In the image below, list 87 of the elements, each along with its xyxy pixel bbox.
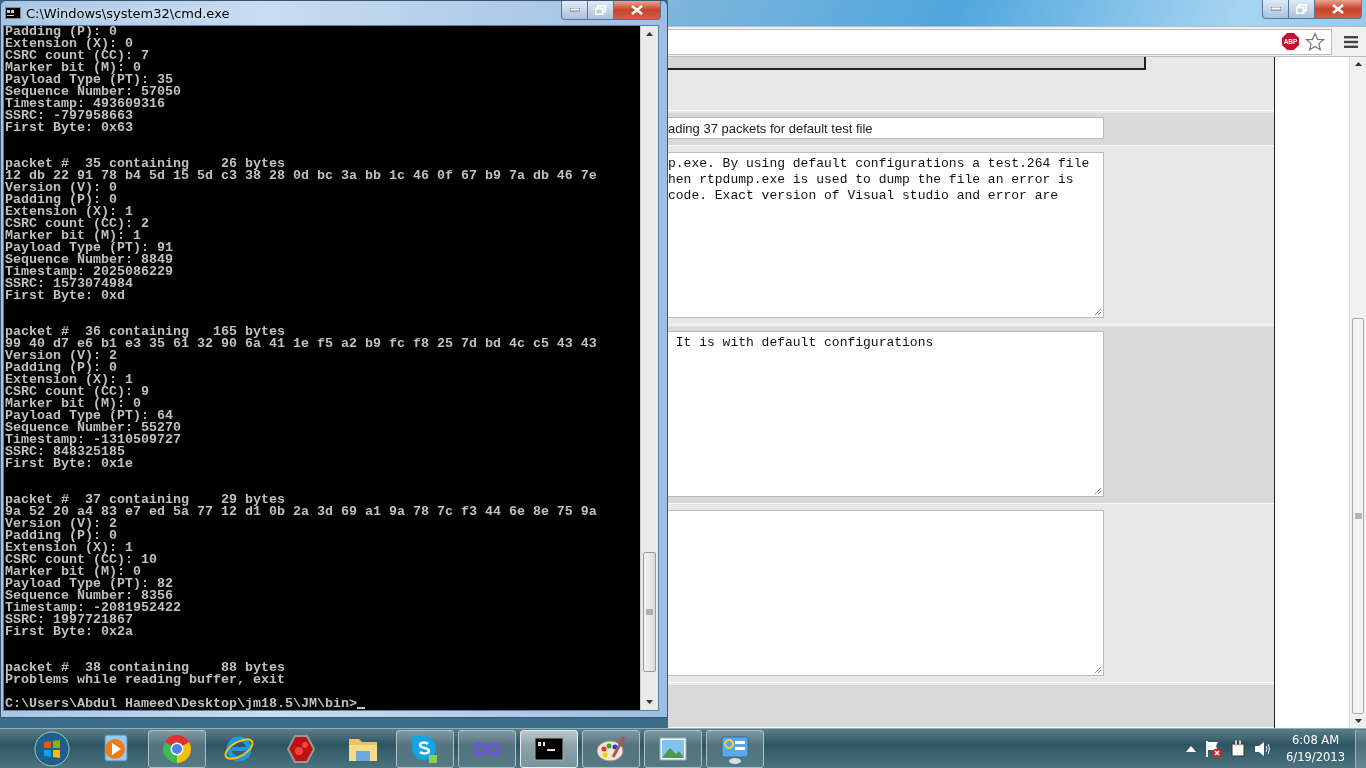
command-prompt: C:\Users\Abdul Hameed\Desktop\jm18.5\JM\bin> [5, 698, 357, 710]
text-cursor [356, 707, 365, 709]
console-line: packet # 35 containing 26 bytes [5, 158, 285, 170]
menu-icon [1344, 35, 1358, 48]
browser-icon [161, 732, 193, 765]
scroll-thumb[interactable] [1352, 318, 1364, 714]
console-line: Timestamp: -1310509727 [5, 434, 181, 446]
console-line: CSRC count (CC): 10 [5, 554, 157, 566]
text-area[interactable]: It is with default configurations [668, 331, 1104, 497]
console-line: SSRC: 848325185 [5, 446, 125, 458]
menu-button[interactable] [1344, 35, 1358, 48]
console-line: Version (V): 2 [5, 518, 117, 530]
console-line: Sequence Number: 8356 [5, 590, 173, 602]
close-button[interactable] [614, 1, 661, 20]
flag-icon [1204, 739, 1223, 758]
console-line: First Byte: 0x63 [5, 122, 133, 134]
console-line: Padding (P): 0 [5, 362, 117, 374]
console-line: SSRC: 1573074984 [5, 278, 133, 290]
console-line: First Byte: 0x1e [5, 458, 133, 470]
windows-orb-icon [34, 730, 70, 767]
resize-grip-icon [1093, 307, 1102, 316]
console-line: Marker bit (M): 1 [5, 230, 141, 242]
resize-grip-icon [1093, 486, 1102, 495]
console-line: Extension (X): 1 [5, 206, 133, 218]
console-line: Marker bit (M): 0 [5, 398, 141, 410]
console-line: Marker bit (M): 0 [5, 62, 141, 74]
console-line: Padding (P): 0 [5, 530, 117, 542]
tray-arrow-icon [1186, 744, 1197, 753]
clock-date: 6/19/2013 [1286, 748, 1345, 766]
console-line: Problems while reading buffer, exit [5, 674, 285, 686]
console-line: SSRC: -797958663 [5, 110, 133, 122]
input-field[interactable]: ading 37 packets for default test file [668, 117, 1104, 139]
show-desktop-button[interactable] [1355, 729, 1366, 768]
star-icon [1305, 31, 1325, 52]
console-line: Version (V): 2 [5, 350, 117, 362]
console-line: Sequence Number: 57050 [5, 86, 181, 98]
scroll-thumb[interactable] [643, 552, 656, 672]
minimize-icon [569, 8, 580, 12]
console-line: Padding (P): 0 [5, 26, 117, 38]
console-line: Timestamp: 2025086229 [5, 266, 173, 278]
restore-icon [595, 5, 606, 15]
clock-time: 6:08 AM [1291, 731, 1340, 749]
console-line: Payload Type (PT): 82 [5, 578, 173, 590]
speaker-icon [1254, 740, 1273, 757]
console-line: CSRC count (CC): 2 [5, 218, 149, 230]
window-title: C:\Windows\system32\cmd.exe [26, 5, 230, 21]
minimize-button[interactable] [561, 1, 588, 20]
console-line: Version (V): 0 [5, 182, 117, 194]
console-line: CSRC count (CC): 7 [5, 50, 149, 62]
console-line: Timestamp: 493609316 [5, 98, 165, 110]
console-line: Extension (X): 0 [5, 38, 133, 50]
console-line: Payload Type (PT): 64 [5, 410, 173, 422]
console-line: packet # 36 containing 165 bytes [5, 326, 285, 338]
console-line: packet # 37 containing 29 bytes [5, 494, 285, 506]
console-line: Sequence Number: 8849 [5, 254, 173, 266]
close-icon [631, 5, 643, 15]
text-area[interactable]: p.exe. By using default configurations a test.264 file hen rtpdump.exe is used to dump the file an error is code. Exact version of Visual studio and error are [668, 152, 1104, 318]
console-line: First Byte: 0x2a [5, 626, 133, 638]
console-line: SSRC: 1997721867 [5, 614, 133, 626]
console-line: Extension (X): 1 [5, 542, 133, 554]
console-line: Marker bit (M): 0 [5, 566, 141, 578]
console-line: First Byte: 0xd [5, 290, 125, 302]
console-line: 99 40 d7 e6 b1 e3 35 61 32 90 6a 41 1e f5 a2 b9 fc f8 25 7d bd 4c c5 43 43 [5, 338, 597, 350]
console-line: Extension (X): 1 [5, 374, 133, 386]
console-line: Payload Type (PT): 91 [5, 242, 173, 254]
console-line: 12 db 22 91 78 b4 5d 15 5d c3 38 28 0d bc 3a bb 1c 46 0f 67 b9 7a db 46 7e [5, 170, 597, 182]
console-line: Sequence Number: 55270 [5, 422, 181, 434]
close-button[interactable] [1315, 0, 1362, 19]
console-line: Payload Type (PT): 35 [5, 74, 173, 86]
console-line: Padding (P): 0 [5, 194, 117, 206]
console-line: 9a 52 20 a4 83 e7 ed 5a 77 12 d1 0b 2a 3d 69 a1 9a 78 7c f3 44 6e 8e 75 9a [5, 506, 597, 518]
console-line: CSRC count (CC): 9 [5, 386, 149, 398]
start-button[interactable] [32, 729, 72, 768]
grip-icon [646, 609, 653, 615]
console-icon [5, 7, 21, 19]
restore-icon [1296, 4, 1307, 14]
hexagon-icon [285, 732, 317, 765]
grip-icon [1354, 513, 1362, 519]
maximize-button[interactable] [1289, 0, 1315, 19]
maximize-button[interactable] [588, 1, 614, 20]
close-icon [1332, 4, 1344, 14]
console-line: packet # 38 containing 88 bytes [5, 662, 285, 674]
console-line: Timestamp: -2081952422 [5, 602, 181, 614]
power-plug-icon [1230, 739, 1247, 758]
resize-grip-icon [1093, 665, 1102, 674]
minimize-button[interactable] [1262, 0, 1289, 19]
minimize-icon [1270, 7, 1281, 11]
